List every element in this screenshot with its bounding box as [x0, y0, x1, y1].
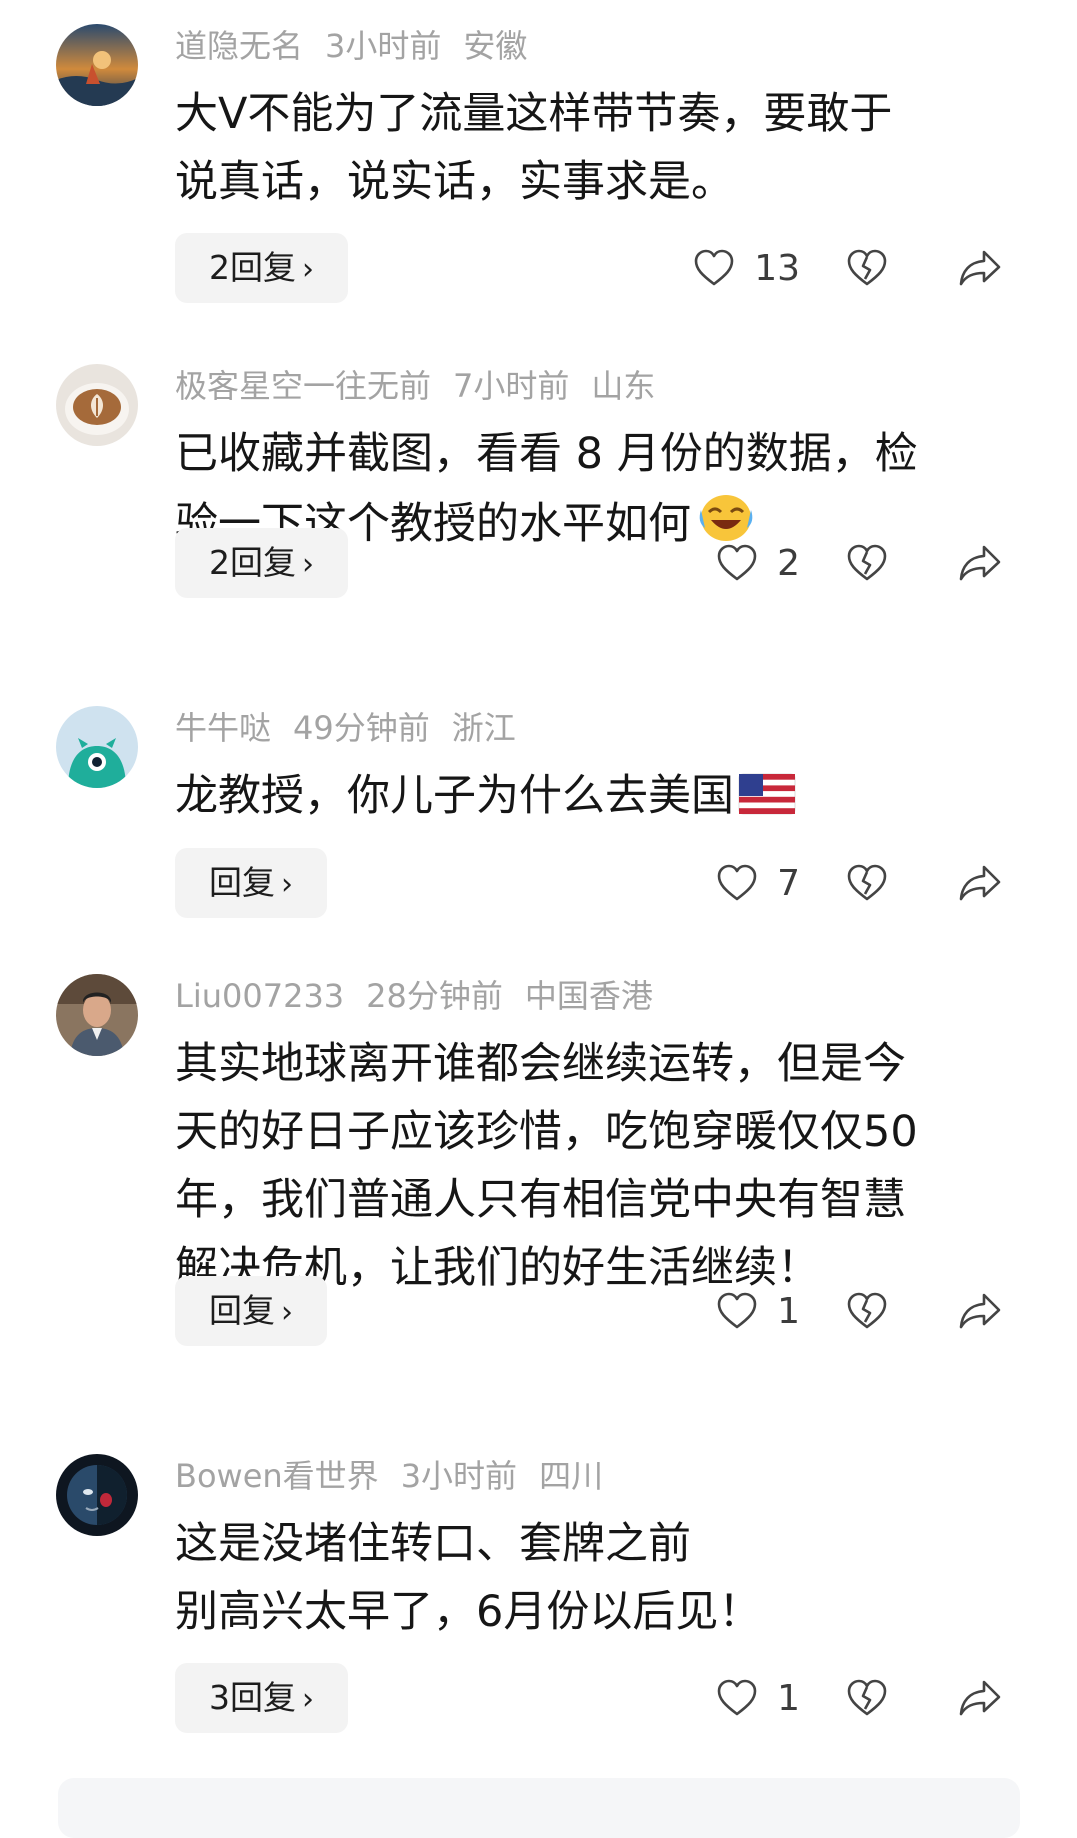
comment-meta: 道隐无名 3小时前 安徽	[175, 24, 549, 68]
broken-heart-icon	[847, 1679, 887, 1716]
username[interactable]: Liu007233	[175, 977, 344, 1015]
heart-outline-icon	[717, 1679, 757, 1716]
dislike-button[interactable]	[845, 1289, 889, 1337]
like-count: 2	[777, 542, 800, 584]
dislike-button[interactable]	[845, 1676, 889, 1724]
timestamp: 7小时前	[453, 367, 570, 405]
comment-text: 这是没堵住转口、套牌之前 别高兴太早了，6月份以后见！	[175, 1519, 762, 1637]
avatar[interactable]	[56, 364, 138, 446]
like-count: 1	[777, 1677, 800, 1719]
us-flag-emoji	[738, 768, 796, 836]
avatar[interactable]	[56, 1454, 138, 1536]
share-arrow-icon	[959, 1680, 1001, 1716]
share-arrow-icon	[959, 250, 1001, 286]
share-button[interactable]	[957, 1676, 1003, 1724]
comment-text: 其实地球离开谁都会继续运转，但是今 天的好日子应该珍惜，吃饱穿暖仅仅50 年，我…	[175, 1039, 918, 1293]
share-button[interactable]	[957, 1289, 1003, 1337]
like-button[interactable]: 1	[715, 1276, 800, 1346]
location: 四川	[539, 1457, 604, 1495]
heart-outline-icon	[717, 864, 757, 901]
username[interactable]: 道隐无名	[175, 27, 303, 65]
dislike-button[interactable]	[845, 861, 889, 909]
share-button[interactable]	[957, 861, 1003, 909]
avatar-image	[56, 364, 138, 446]
like-count: 13	[754, 247, 800, 289]
heart-outline-icon	[717, 544, 757, 581]
like-button[interactable]: 2	[715, 528, 800, 598]
comment-text: 龙教授，你儿子为什么去美国	[175, 762, 1005, 836]
location: 安徽	[463, 27, 528, 65]
comment-text: 大V不能为了流量这样带节奏，要敢于 说真话，说实话，实事求是。	[175, 89, 893, 207]
username[interactable]: 极客星空一往无前	[175, 367, 431, 405]
timestamp: 28分钟前	[366, 977, 503, 1015]
dislike-button[interactable]	[845, 541, 889, 589]
avatar-image	[56, 1454, 138, 1536]
like-count: 7	[777, 862, 800, 904]
comment-item: Bowen看世界 3小时前 四川 这是没堵住转口、套牌之前 别高兴太早了，6月份以后…	[0, 1430, 1077, 1760]
timestamp: 3小时前	[400, 1457, 518, 1495]
comment-item: 极客星空一往无前 7小时前 山东 已收藏并截图，看看 8 月份的数据，检 验一下这个…	[0, 340, 1077, 660]
share-arrow-icon	[959, 1293, 1001, 1329]
broken-heart-icon	[847, 249, 887, 286]
like-button[interactable]: 7	[715, 848, 800, 918]
avatar-image	[56, 24, 138, 106]
location: 浙江	[451, 709, 516, 747]
timestamp: 3小时前	[325, 27, 442, 65]
share-button[interactable]	[957, 541, 1003, 589]
dislike-button[interactable]	[845, 246, 889, 294]
comment-actions: 1	[0, 1663, 1077, 1733]
comment-item: 道隐无名 3小时前 安徽 大V不能为了流量这样带节奏，要敢于 说真话，说实话，实事求…	[0, 0, 1077, 330]
share-button[interactable]	[957, 246, 1003, 294]
like-button[interactable]: 13	[692, 233, 800, 303]
avatar[interactable]	[56, 24, 138, 106]
username[interactable]: 牛牛哒	[175, 709, 271, 747]
share-arrow-icon	[959, 545, 1001, 581]
username[interactable]: Bowen看世界	[175, 1457, 379, 1495]
heart-outline-icon	[694, 249, 734, 286]
avatar[interactable]	[56, 706, 138, 788]
comment-actions: 1	[0, 1276, 1077, 1346]
comment-meta: 牛牛哒 49分钟前 浙江	[175, 706, 538, 750]
comment-text-body: 龙教授，你儿子为什么去美国	[175, 771, 734, 821]
comment-item: 牛牛哒 49分钟前 浙江 龙教授，你儿子为什么去美国 回复 › 7	[0, 682, 1077, 934]
comment-actions: 2	[0, 528, 1077, 598]
comment-meta: 极客星空一往无前 7小时前 山东	[175, 364, 677, 408]
heart-outline-icon	[717, 1292, 757, 1329]
comment-meta: Bowen看世界 3小时前 四川	[175, 1454, 625, 1498]
timestamp: 49分钟前	[293, 709, 430, 747]
like-button[interactable]: 1	[715, 1663, 800, 1733]
avatar-image	[56, 974, 138, 1056]
comment-item: Liu007233 28分钟前 中国香港 其实地球离开谁都会继续运转，但是今 天的好…	[0, 950, 1077, 1370]
avatar[interactable]	[56, 974, 138, 1056]
comment-actions: 7	[0, 848, 1077, 918]
avatar-image	[56, 706, 138, 788]
comment-input-bar[interactable]	[58, 1778, 1020, 1838]
broken-heart-icon	[847, 1292, 887, 1329]
comment-meta: Liu007233 28分钟前 中国香港	[175, 974, 675, 1018]
like-count: 1	[777, 1290, 800, 1332]
broken-heart-icon	[847, 544, 887, 581]
location: 中国香港	[524, 977, 653, 1015]
broken-heart-icon	[847, 864, 887, 901]
share-arrow-icon	[959, 865, 1001, 901]
comment-actions: 13	[0, 233, 1077, 303]
location: 山东	[591, 367, 656, 405]
